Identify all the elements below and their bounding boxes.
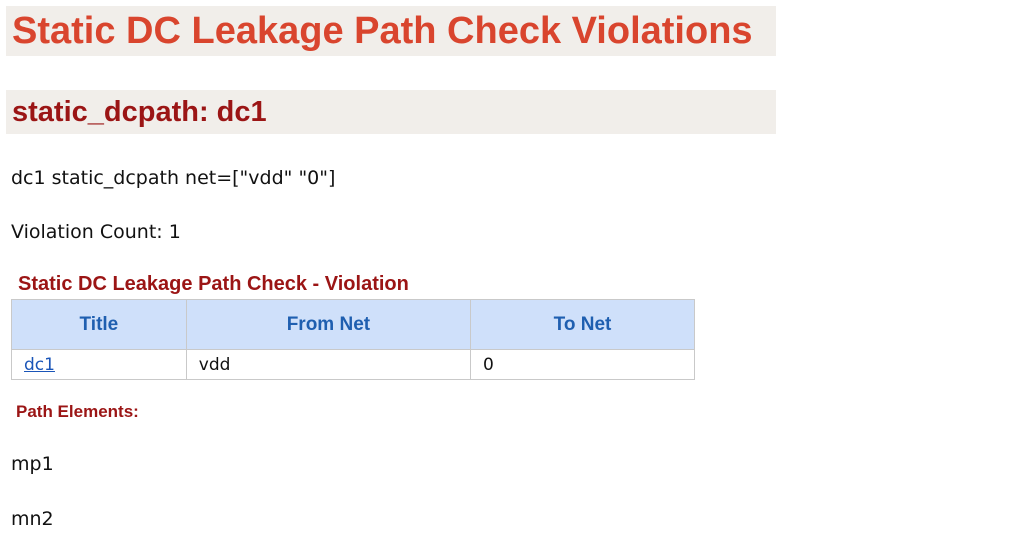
cell-title: dc1 <box>11 349 187 380</box>
violation-table: Title From Net To Net dc1 vdd 0 <box>11 299 695 380</box>
path-element-item: mp1 <box>11 453 54 475</box>
net-definition-text: dc1 static_dcpath net=["vdd" "0"] <box>11 167 336 189</box>
section-title: static_dcpath: dc1 <box>6 90 776 134</box>
cell-to-net: 0 <box>470 349 695 380</box>
violation-count-text: Violation Count: 1 <box>11 221 181 243</box>
violation-title-link[interactable]: dc1 <box>24 355 55 375</box>
table-row: dc1 vdd 0 <box>11 349 695 380</box>
column-header-to-net: To Net <box>470 299 695 350</box>
violation-table-header: Title From Net To Net <box>11 299 695 350</box>
violation-table-body: dc1 vdd 0 <box>11 349 695 380</box>
table-caption: Static DC Leakage Path Check - Violation <box>18 273 409 295</box>
path-elements-label: Path Elements: <box>16 402 139 421</box>
table-header-row: Title From Net To Net <box>11 299 695 350</box>
column-header-from-net: From Net <box>185 299 472 350</box>
column-header-title: Title <box>11 299 187 350</box>
path-element-item: mn2 <box>11 508 54 530</box>
cell-from-net: vdd <box>185 349 472 380</box>
page-title: Static DC Leakage Path Check Violations <box>6 6 776 56</box>
